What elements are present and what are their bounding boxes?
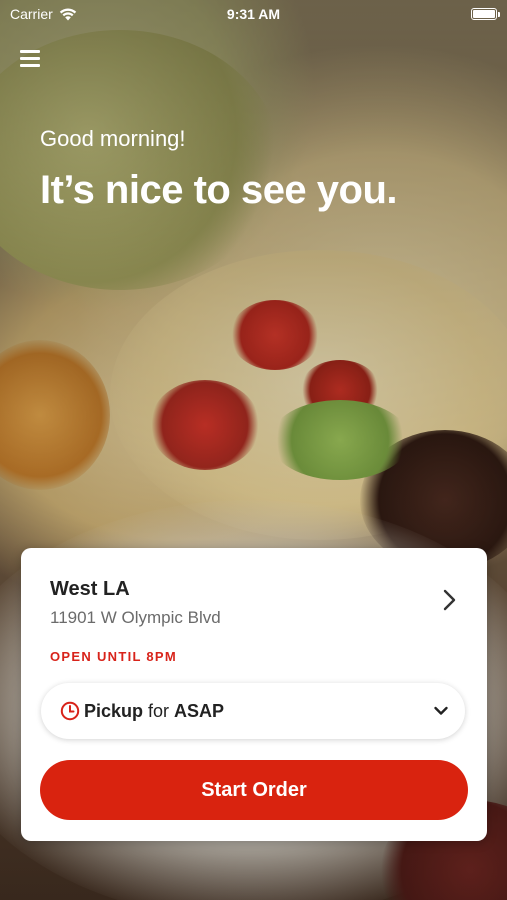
pickup-mode: Pickup xyxy=(84,701,144,721)
home-screen: Carrier 9:31 AM Good morning! It’s nice … xyxy=(0,0,507,900)
menu-icon[interactable] xyxy=(20,48,42,68)
clock-time: 9:31 AM xyxy=(226,6,281,22)
chevron-right-icon[interactable] xyxy=(437,588,461,612)
status-bar: Carrier 9:31 AM xyxy=(0,0,507,28)
location-name[interactable]: West LA xyxy=(50,578,130,601)
battery-icon xyxy=(471,8,500,20)
start-order-button[interactable]: Start Order xyxy=(40,760,468,820)
hours-status: OPEN UNTIL 8PM xyxy=(50,649,178,664)
pickup-connector: for xyxy=(143,701,175,721)
page-title: It’s nice to see you. xyxy=(40,168,398,212)
clock-icon xyxy=(60,701,80,721)
order-card: West LA 11901 W Olympic Blvd OPEN UNTIL … xyxy=(21,548,487,841)
chevron-down-icon xyxy=(434,706,448,715)
greeting-text: Good morning! xyxy=(40,126,186,151)
pickup-time-selector[interactable]: Pickup for ASAP xyxy=(41,683,465,739)
location-address[interactable]: 11901 W Olympic Blvd xyxy=(50,608,221,628)
pickup-label: Pickup for ASAP xyxy=(84,701,224,722)
pickup-time: ASAP xyxy=(174,701,225,721)
